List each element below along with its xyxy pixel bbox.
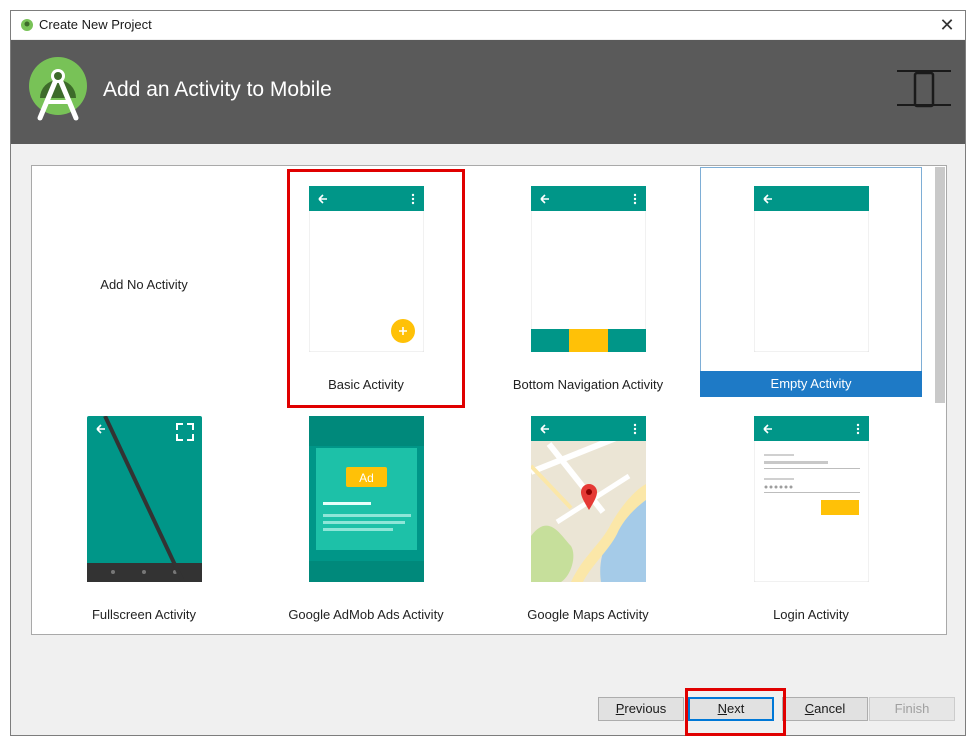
- title-bar: Create New Project ✕: [11, 11, 965, 39]
- window-title: Create New Project: [39, 17, 152, 32]
- tile-fullscreen-activity[interactable]: Fullscreen Activity: [33, 398, 255, 628]
- tile-admob-activity[interactable]: Ad Google AdMob Ads Activity: [255, 398, 477, 628]
- bottom-navigation-preview: [531, 186, 646, 352]
- fullscreen-preview: [87, 416, 202, 582]
- tile-label: Add No Activity: [100, 277, 188, 292]
- page-heading: Add an Activity to Mobile: [103, 78, 332, 101]
- tile-label: Basic Activity: [328, 377, 404, 392]
- previous-button[interactable]: Previous: [598, 697, 684, 721]
- login-preview: [754, 416, 869, 582]
- google-maps-preview: [531, 416, 646, 582]
- header-banner: Add an Activity to Mobile: [11, 40, 965, 144]
- close-icon[interactable]: ✕: [935, 13, 959, 37]
- tile-label: Fullscreen Activity: [91, 607, 197, 622]
- tile-label: Google AdMob Ads Activity: [288, 607, 444, 622]
- android-studio-icon: [21, 19, 33, 31]
- tile-empty-activity[interactable]: Empty Activity: [700, 167, 922, 397]
- gallery-scrollbar[interactable]: [935, 167, 945, 403]
- cancel-button[interactable]: Cancel: [782, 697, 868, 721]
- admob-preview: Ad: [309, 416, 424, 582]
- tile-label: Empty Activity: [700, 371, 922, 397]
- tile-google-maps-activity[interactable]: Google Maps Activity: [477, 398, 699, 628]
- finish-button: Finish: [869, 697, 955, 721]
- android-studio-logo: [29, 57, 87, 121]
- tile-add-no-activity[interactable]: Add No Activity: [33, 167, 255, 397]
- create-project-dialog: Create New Project ✕ Add an Activity to …: [10, 10, 966, 736]
- ad-badge: Ad: [359, 471, 374, 485]
- next-button[interactable]: Next: [688, 697, 774, 721]
- phone-form-factor-icon: [897, 70, 951, 108]
- basic-activity-preview: [309, 186, 424, 352]
- empty-activity-preview: [754, 186, 869, 352]
- tile-label: Google Maps Activity: [527, 607, 649, 622]
- tile-bottom-navigation-activity[interactable]: Bottom Navigation Activity: [477, 167, 699, 397]
- tile-login-activity[interactable]: Login Activity: [700, 398, 922, 628]
- tile-basic-activity[interactable]: Basic Activity: [255, 167, 477, 397]
- activity-gallery: Add No Activity Basic Activity Bottom Na…: [31, 165, 947, 635]
- tile-label: Bottom Navigation Activity: [512, 377, 664, 392]
- tile-label: Login Activity: [773, 607, 849, 622]
